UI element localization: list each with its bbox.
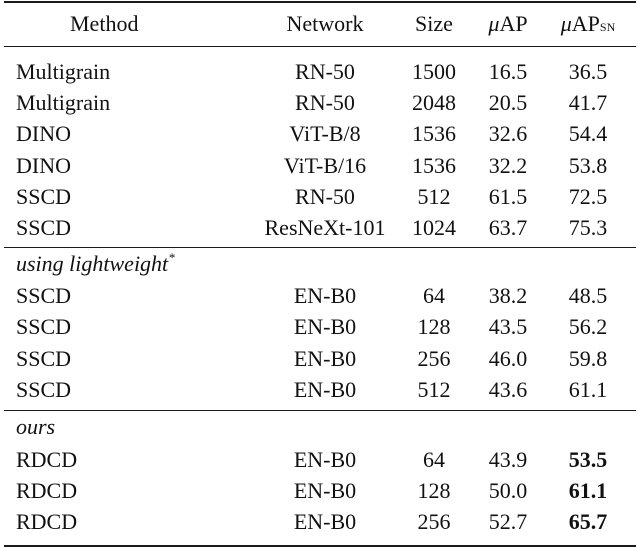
footnote-mark: * bbox=[168, 250, 175, 265]
header-rule bbox=[4, 46, 636, 47]
method-cell: SSCD bbox=[16, 283, 72, 308]
network-cell: EN-B0 bbox=[293, 447, 357, 472]
mapsn-cell: 72.5 bbox=[568, 183, 608, 209]
map-cell: 46.0 bbox=[488, 345, 528, 371]
network-cell: RN-50 bbox=[295, 183, 355, 209]
table-row: Multigrain RN-50 1500 16.5 36.5 bbox=[0, 56, 640, 87]
network-cell: ResNeXt-101 bbox=[264, 215, 386, 240]
map-cell: 61.5 bbox=[488, 183, 528, 209]
network-cell: EN-B0 bbox=[293, 345, 357, 371]
size-cell: 1024 bbox=[412, 215, 456, 240]
mu-symbol: μ bbox=[488, 11, 500, 36]
map-cell: 43.5 bbox=[488, 314, 528, 340]
map-cell: 52.7 bbox=[488, 509, 528, 535]
network-cell: EN-B0 bbox=[293, 509, 357, 535]
mapsn-cell: 48.5 bbox=[568, 283, 608, 308]
mapsn-cell: 36.5 bbox=[568, 59, 608, 84]
network-cell: EN-B0 bbox=[293, 314, 357, 340]
table-row: DINO ViT-B/8 1536 32.6 54.4 bbox=[0, 118, 640, 149]
header-map-ap: AP bbox=[499, 11, 528, 36]
size-cell: 1500 bbox=[412, 59, 456, 84]
table-row: SSCD EN-B0 64 38.2 48.5 bbox=[0, 280, 640, 311]
table-row: SSCD RN-50 512 61.5 72.5 bbox=[0, 181, 640, 212]
method-cell: SSCD bbox=[16, 215, 72, 240]
network-cell: RN-50 bbox=[295, 90, 355, 116]
method-cell: DINO bbox=[16, 152, 71, 178]
map-cell: 43.9 bbox=[488, 447, 528, 472]
table-row: RDCD EN-B0 128 50.0 61.1 bbox=[0, 475, 640, 506]
mapsn-cell: 61.1 bbox=[568, 377, 608, 403]
size-cell: 256 bbox=[417, 345, 451, 371]
size-cell: 512 bbox=[417, 377, 451, 403]
lightweight-group-label: using lightweight* bbox=[16, 248, 175, 279]
size-cell: 128 bbox=[417, 478, 451, 504]
table-row: SSCD ResNeXt-101 1024 63.7 75.3 bbox=[0, 212, 640, 243]
group-label-text: using lightweight bbox=[16, 251, 169, 276]
table-row: Multigrain RN-50 2048 20.5 41.7 bbox=[0, 87, 640, 118]
size-cell: 64 bbox=[423, 447, 445, 472]
mapsn-cell: 65.7 bbox=[568, 509, 608, 535]
table-row: SSCD EN-B0 128 43.5 56.2 bbox=[0, 311, 640, 342]
header-network: Network bbox=[286, 11, 364, 36]
method-cell: SSCD bbox=[16, 345, 72, 371]
size-cell: 1536 bbox=[412, 121, 456, 147]
map-cell: 43.6 bbox=[488, 377, 528, 403]
table-row: SSCD EN-B0 256 46.0 59.8 bbox=[0, 343, 640, 374]
method-cell: SSCD bbox=[16, 314, 72, 340]
header-row: Method Network Size μAP μAPSN bbox=[0, 8, 640, 39]
map-cell: 32.2 bbox=[488, 152, 528, 178]
table-row: DINO ViT-B/16 1536 32.2 53.8 bbox=[0, 150, 640, 181]
ours-group-label: ours bbox=[16, 414, 56, 439]
mapsn-cell: 56.2 bbox=[568, 314, 608, 340]
map-cell: 38.2 bbox=[488, 283, 528, 308]
network-cell: EN-B0 bbox=[293, 478, 357, 504]
method-cell: Multigrain bbox=[16, 59, 111, 84]
header-map: μAP bbox=[478, 8, 538, 39]
table-row: RDCD EN-B0 64 43.9 53.5 bbox=[0, 444, 640, 475]
size-cell: 64 bbox=[423, 283, 445, 308]
section-rule bbox=[4, 410, 636, 411]
map-cell: 50.0 bbox=[488, 478, 528, 504]
method-cell: Multigrain bbox=[16, 90, 111, 116]
mu-symbol: μ bbox=[560, 11, 572, 36]
map-cell: 63.7 bbox=[488, 215, 528, 240]
header-mapsn-subscript: SN bbox=[599, 20, 616, 34]
mapsn-cell: 54.4 bbox=[568, 121, 608, 147]
mapsn-cell: 53.5 bbox=[568, 447, 608, 472]
map-cell: 16.5 bbox=[488, 59, 528, 84]
table-row: SSCD EN-B0 512 43.6 61.1 bbox=[0, 374, 640, 405]
size-cell: 2048 bbox=[412, 90, 456, 116]
network-cell: RN-50 bbox=[295, 59, 355, 84]
bottom-rule bbox=[4, 545, 636, 547]
header-method: Method bbox=[70, 11, 139, 36]
mapsn-cell: 59.8 bbox=[568, 345, 608, 371]
mapsn-cell: 61.1 bbox=[568, 478, 608, 504]
method-cell: RDCD bbox=[16, 447, 78, 472]
method-cell: RDCD bbox=[16, 509, 78, 535]
mapsn-cell: 53.8 bbox=[568, 152, 608, 178]
top-rule bbox=[4, 1, 636, 3]
size-cell: 512 bbox=[417, 183, 451, 209]
mapsn-cell: 41.7 bbox=[568, 90, 608, 116]
network-cell: ViT-B/16 bbox=[283, 152, 367, 178]
network-cell: EN-B0 bbox=[293, 283, 357, 308]
mapsn-cell: 75.3 bbox=[568, 215, 608, 240]
map-cell: 20.5 bbox=[488, 90, 528, 116]
method-cell: DINO bbox=[16, 121, 71, 147]
method-cell: RDCD bbox=[16, 478, 78, 504]
header-mapsn: μAPSN bbox=[552, 8, 624, 43]
map-cell: 32.6 bbox=[488, 121, 528, 147]
header-size: Size bbox=[415, 11, 453, 36]
table-row: RDCD EN-B0 256 52.7 65.7 bbox=[0, 506, 640, 537]
size-cell: 256 bbox=[417, 509, 451, 535]
size-cell: 128 bbox=[417, 314, 451, 340]
size-cell: 1536 bbox=[412, 152, 456, 178]
network-cell: ViT-B/8 bbox=[289, 121, 361, 147]
method-cell: SSCD bbox=[16, 183, 72, 209]
method-cell: SSCD bbox=[16, 377, 72, 403]
header-mapsn-ap: AP bbox=[571, 11, 600, 36]
network-cell: EN-B0 bbox=[293, 377, 357, 403]
